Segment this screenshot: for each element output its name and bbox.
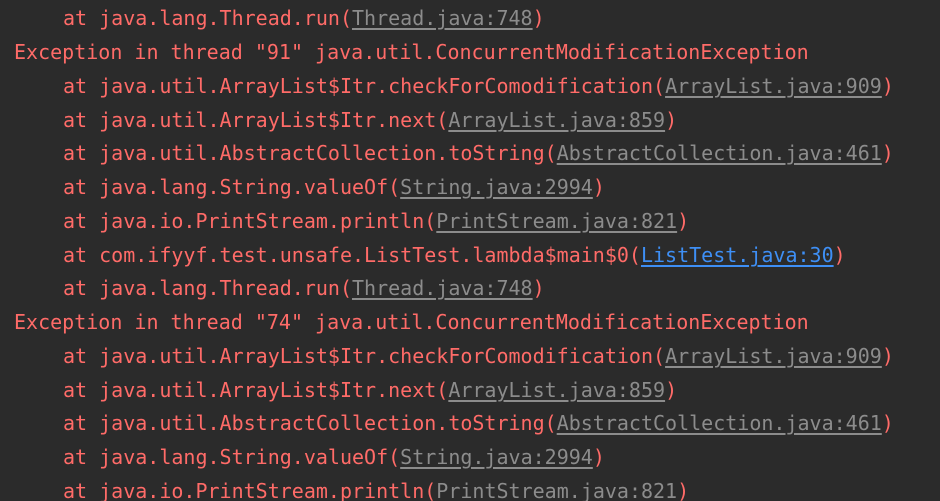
frame-suffix: ) — [665, 108, 678, 132]
frame-text: at java.lang.Thread.run( — [63, 6, 352, 30]
exception-header-line: Exception in thread "74" java.util.Concu… — [14, 310, 809, 334]
frame-suffix: ) — [833, 243, 846, 267]
stack-frame-line: at java.util.ArrayList$Itr.next(ArrayLis… — [63, 103, 677, 137]
frame-suffix: ) — [881, 411, 894, 435]
source-link[interactable]: AbstractCollection.java:461 — [557, 141, 882, 165]
frame-suffix: ) — [881, 141, 894, 165]
source-link[interactable]: PrintStream.java:821 — [436, 209, 677, 233]
frame-text: at java.util.AbstractCollection.toString… — [63, 141, 557, 165]
source-link[interactable]: String.java:2994 — [400, 175, 593, 199]
source-link[interactable]: Thread.java:748 — [352, 6, 533, 30]
frame-suffix: ) — [677, 479, 690, 501]
frame-text: at java.util.AbstractCollection.toString… — [63, 411, 557, 435]
frame-suffix: ) — [665, 378, 678, 402]
exception-header-line: Exception in thread "91" java.util.Concu… — [14, 40, 809, 64]
frame-text: at java.util.ArrayList$Itr.checkForComod… — [63, 344, 666, 368]
frame-text: at java.lang.Thread.run( — [63, 276, 352, 300]
source-link[interactable]: String.java:2994 — [400, 445, 593, 469]
stack-frame-line: at java.lang.Thread.run(Thread.java:748) — [63, 1, 545, 35]
stack-frame-line: at java.util.AbstractCollection.toString… — [63, 406, 894, 440]
frame-suffix: ) — [881, 344, 894, 368]
stack-frame-line: at java.util.ArrayList$Itr.next(ArrayLis… — [63, 373, 677, 407]
frame-text: at java.lang.String.valueOf( — [63, 175, 401, 199]
source-link[interactable]: PrintStream.java:821 — [436, 479, 677, 501]
frame-text: at java.util.ArrayList$Itr.checkForComod… — [63, 74, 666, 98]
frame-text: at java.io.PrintStream.println( — [63, 479, 437, 501]
frame-text: at java.util.ArrayList$Itr.next( — [63, 378, 449, 402]
frame-suffix: ) — [532, 6, 545, 30]
frame-text: at java.lang.String.valueOf( — [63, 445, 401, 469]
frame-text: at com.ifyyf.test.unsafe.ListTest.lambda… — [63, 243, 641, 267]
source-link[interactable]: AbstractCollection.java:461 — [557, 411, 882, 435]
stack-frame-line: at java.util.ArrayList$Itr.checkForComod… — [63, 339, 894, 373]
stack-frame-line: at java.lang.String.valueOf(String.java:… — [63, 170, 605, 204]
console-output: at java.lang.Thread.run(Thread.java:748)… — [0, 0, 940, 501]
stack-frame-line: at java.util.AbstractCollection.toString… — [63, 136, 894, 170]
frame-suffix: ) — [592, 175, 605, 199]
source-link[interactable]: ArrayList.java:909 — [665, 74, 882, 98]
stack-frame-line: at java.io.PrintStream.println(PrintStre… — [63, 474, 689, 501]
frame-text: at java.io.PrintStream.println( — [63, 209, 437, 233]
frame-text: at java.util.ArrayList$Itr.next( — [63, 108, 449, 132]
source-link[interactable]: ArrayList.java:909 — [665, 344, 882, 368]
frame-suffix: ) — [592, 445, 605, 469]
stack-frame-line: at java.lang.Thread.run(Thread.java:748) — [63, 271, 545, 305]
frame-suffix: ) — [532, 276, 545, 300]
source-link[interactable]: ArrayList.java:859 — [448, 378, 665, 402]
frame-suffix: ) — [881, 74, 894, 98]
stack-frame-line: at com.ifyyf.test.unsafe.ListTest.lambda… — [63, 238, 846, 272]
source-link[interactable]: Thread.java:748 — [352, 276, 533, 300]
stack-frame-line: at java.io.PrintStream.println(PrintStre… — [63, 204, 689, 238]
source-link[interactable]: ListTest.java:30 — [641, 243, 834, 267]
stack-frame-line: at java.util.ArrayList$Itr.checkForComod… — [63, 69, 894, 103]
source-link[interactable]: ArrayList.java:859 — [448, 108, 665, 132]
stack-frame-line: at java.lang.String.valueOf(String.java:… — [63, 440, 605, 474]
frame-suffix: ) — [677, 209, 690, 233]
